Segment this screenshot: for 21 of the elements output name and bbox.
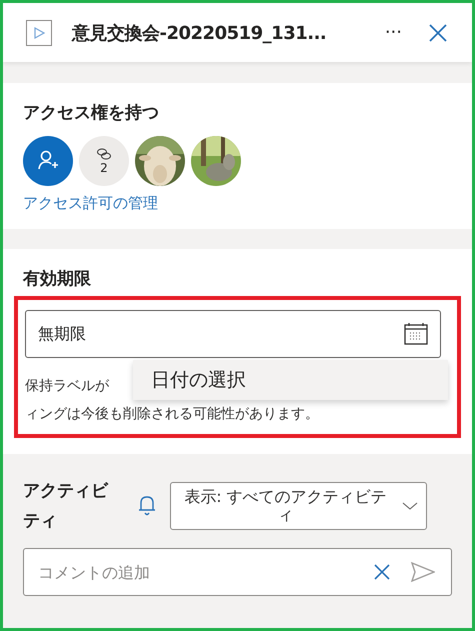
video-file-icon [26,20,52,46]
file-title: 意見交換会-20220519_131... [72,22,328,44]
section-heading: 有効期限 [23,268,92,290]
activity-heading: アクティビティ [23,480,110,533]
bell-icon[interactable] [138,495,156,517]
add-person-button[interactable] [23,136,73,186]
add-person-icon [37,150,59,172]
retention-note: ィングは今後も削除される可能性があります。 [25,405,319,424]
manage-access-link[interactable]: アクセス許可の管理 [23,194,158,213]
close-icon [373,563,391,581]
section-heading: アクセス権を持つ [23,102,160,124]
retention-note: 保持ラベルが [25,377,109,396]
date-field[interactable]: 無期限 [25,310,441,358]
activity-filter-dropdown[interactable]: 表示: すべてのアクティビティ [170,482,427,530]
date-picker-option[interactable]: 日付の選択 [133,360,448,400]
chevron-down-icon [402,501,418,511]
more-button[interactable]: ··· [384,22,402,43]
calendar-icon[interactable] [404,323,428,345]
link-count-badge[interactable]: 2 [79,136,129,186]
comment-field[interactable]: コメントの追加 [36,562,369,582]
comment-box[interactable]: コメントの追加 [23,548,452,596]
